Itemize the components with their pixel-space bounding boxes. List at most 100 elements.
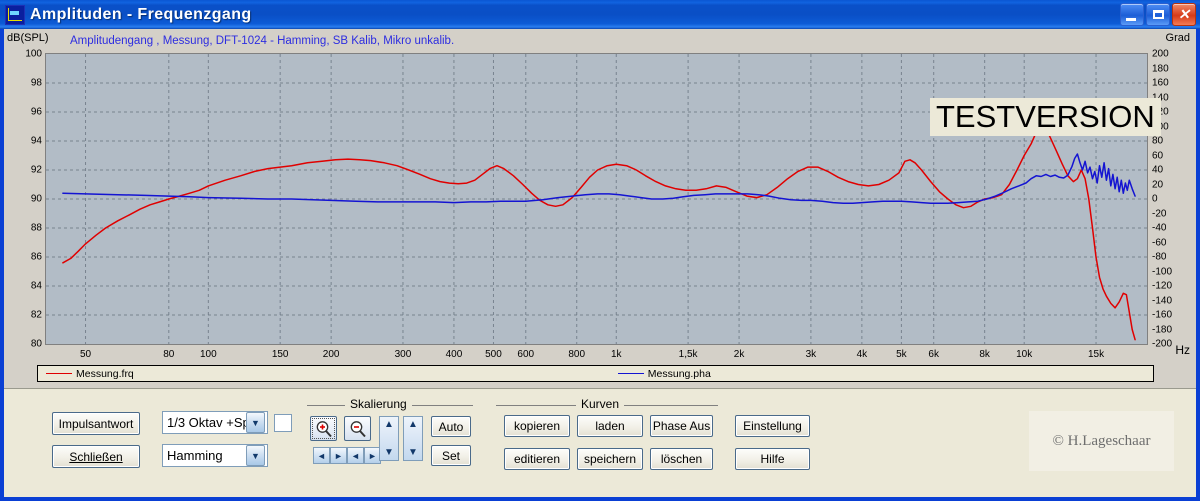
editieren-button[interactable]: editieren <box>504 448 570 470</box>
x-tick-label: 300 <box>394 349 412 360</box>
x-tick-label: 50 <box>79 349 92 360</box>
testversion-watermark: TESTVERSION <box>930 98 1161 136</box>
y2-tick-label: -20 <box>1152 208 1167 219</box>
x-axis-ticks: 50 80 100 150 200 300 400 500 600 800 1k 1,5k 2k 3k 4k… <box>45 349 1148 363</box>
window-function-value: Hamming <box>167 448 223 463</box>
y2-tick-label: -40 <box>1152 222 1167 234</box>
x-tick-label: 200 <box>322 349 340 360</box>
minimize-button[interactable] <box>1120 3 1144 26</box>
y2-tick-label: -80 <box>1152 251 1167 263</box>
x-tick-label: 500 <box>485 349 502 360</box>
zoom-in-right-button[interactable]: ► <box>330 447 347 464</box>
x-tick-label: 100 <box>199 349 217 360</box>
right-axis-spinner[interactable]: ▲ ▼ <box>403 416 423 461</box>
x-tick-label: 8k <box>979 349 990 360</box>
spinner-up-icon[interactable]: ▲ <box>384 420 394 430</box>
y2-tick-label: 160 <box>1152 77 1169 89</box>
chevron-down-icon[interactable]: ▼ <box>246 412 265 433</box>
smoothing-value: 1/3 Oktav +Sp <box>167 415 246 430</box>
x-tick-label: 4k <box>856 349 868 360</box>
y2-tick-label: 80 <box>1152 135 1164 147</box>
maximize-button[interactable] <box>1146 3 1170 26</box>
zoom-out-button[interactable] <box>344 416 371 441</box>
spinner-down-icon[interactable]: ▼ <box>384 448 394 458</box>
y2-tick-label: -60 <box>1152 237 1167 248</box>
y-tick-label: 88 <box>30 222 42 234</box>
close-button[interactable]: ✕ <box>1172 3 1196 26</box>
y-tick-label: 90 <box>30 193 42 205</box>
left-axis-spinner[interactable]: ▲ ▼ <box>379 416 399 461</box>
legend-label-pha: Messung.pha <box>647 367 711 380</box>
y2-tick-label: 180 <box>1152 63 1169 74</box>
x-tick-label: 150 <box>271 349 289 360</box>
y2-tick-label: 40 <box>1152 164 1164 176</box>
chart-window-icon <box>5 4 25 25</box>
window-buttons: ✕ <box>1120 3 1196 26</box>
laden-button[interactable]: laden <box>577 415 643 437</box>
zoom-out-nudge-group: ◄ ► <box>347 447 381 464</box>
spinner-up-icon[interactable]: ▲ <box>408 420 418 430</box>
minimize-icon <box>1126 18 1136 21</box>
hilfe-button[interactable]: Hilfe <box>735 448 810 470</box>
y2-tick-label: -140 <box>1152 295 1173 306</box>
legend-item-frq: Messung.frq <box>46 368 134 380</box>
y2-tick-label: -100 <box>1152 266 1173 277</box>
smoothing-select[interactable]: 1/3 Oktav +Sp ▼ <box>162 411 268 434</box>
plot-area[interactable] <box>45 53 1148 345</box>
window-function-select[interactable]: Hamming ▼ <box>162 444 268 467</box>
chart-legend: Messung.frq Messung.pha <box>37 365 1154 382</box>
chart-panel: dB(SPL) Amplitudengang , Messung, DFT-10… <box>4 29 1196 388</box>
zoom-in-button[interactable] <box>310 416 337 441</box>
kopieren-button[interactable]: kopieren <box>504 415 570 437</box>
title-bar: Amplituden - Frequenzgang ✕ <box>0 0 1200 29</box>
y2-tick-label: 200 <box>1152 48 1169 60</box>
y-tick-label: 94 <box>30 135 42 147</box>
magnifier-minus-icon <box>350 420 366 437</box>
kurven-title: Kurven <box>576 397 625 411</box>
x-tick-label: 2k <box>733 349 745 360</box>
x-tick-label: 3k <box>805 349 817 360</box>
skalierung-title: Skalierung <box>345 397 412 411</box>
schliessen-button[interactable]: Schließen <box>52 445 140 468</box>
legend-swatch-frq <box>46 373 72 374</box>
maximize-icon <box>1152 10 1164 19</box>
legend-item-pha: Messung.pha <box>617 367 711 380</box>
x-tick-label: 600 <box>517 349 535 360</box>
loeschen-button[interactable]: löschen <box>650 448 713 470</box>
y-tick-label: 92 <box>30 164 42 176</box>
y-axis-title: dB(SPL) <box>7 32 49 44</box>
x-tick-label: 80 <box>163 349 175 360</box>
x-axis-title: Hz <box>1175 343 1190 357</box>
zoom-out-left-button[interactable]: ◄ <box>347 447 364 464</box>
legend-label-frq: Messung.frq <box>76 367 134 380</box>
einstellung-button[interactable]: Einstellung <box>735 415 810 437</box>
x-tick-label: 10k <box>1016 349 1033 360</box>
impulsantwort-button[interactable]: Impulsantwort <box>52 412 140 435</box>
smoothing-checkbox[interactable] <box>274 414 292 432</box>
x-tick-label: 6k <box>928 349 939 360</box>
spinner-down-icon[interactable]: ▼ <box>408 448 418 458</box>
y-tick-label: 96 <box>30 106 42 118</box>
y2-tick-label: -200 <box>1152 338 1173 350</box>
skalierung-group: Skalierung ◄ ► ◄ ► ▲ ▼ ▲ ▼ Auto Set <box>307 397 473 485</box>
client-area: dB(SPL) Amplitudengang , Messung, DFT-10… <box>4 29 1196 497</box>
set-button[interactable]: Set <box>431 445 471 466</box>
y-tick-label: 86 <box>30 251 42 263</box>
y2-axis-title: Grad <box>1165 32 1190 44</box>
x-tick-label: 15k <box>1087 349 1105 360</box>
kurven-group: Kurven kopieren laden Phase Aus editiere… <box>496 397 718 485</box>
y-tick-label: 84 <box>30 280 42 292</box>
copyright-label: © H.Lageschaar <box>1029 411 1174 471</box>
window-title: Amplituden - Frequenzgang <box>30 5 252 23</box>
x-tick-label: 800 <box>568 349 586 360</box>
y-axis-ticks-left: 100 98 96 94 92 90 88 86 84 82 80 <box>4 49 42 350</box>
zoom-in-left-button[interactable]: ◄ <box>313 447 330 464</box>
x-tick-label: 400 <box>445 349 463 360</box>
y2-tick-label: 20 <box>1152 179 1164 190</box>
y-axis-ticks-right: 200180160140120100806040200-20-40-60-80-… <box>1152 49 1194 350</box>
speichern-button[interactable]: speichern <box>577 448 643 470</box>
chevron-down-icon[interactable]: ▼ <box>246 445 265 466</box>
auto-button[interactable]: Auto <box>431 416 471 437</box>
phase-aus-button[interactable]: Phase Aus <box>650 415 713 437</box>
plot-canvas[interactable] <box>45 53 1148 345</box>
